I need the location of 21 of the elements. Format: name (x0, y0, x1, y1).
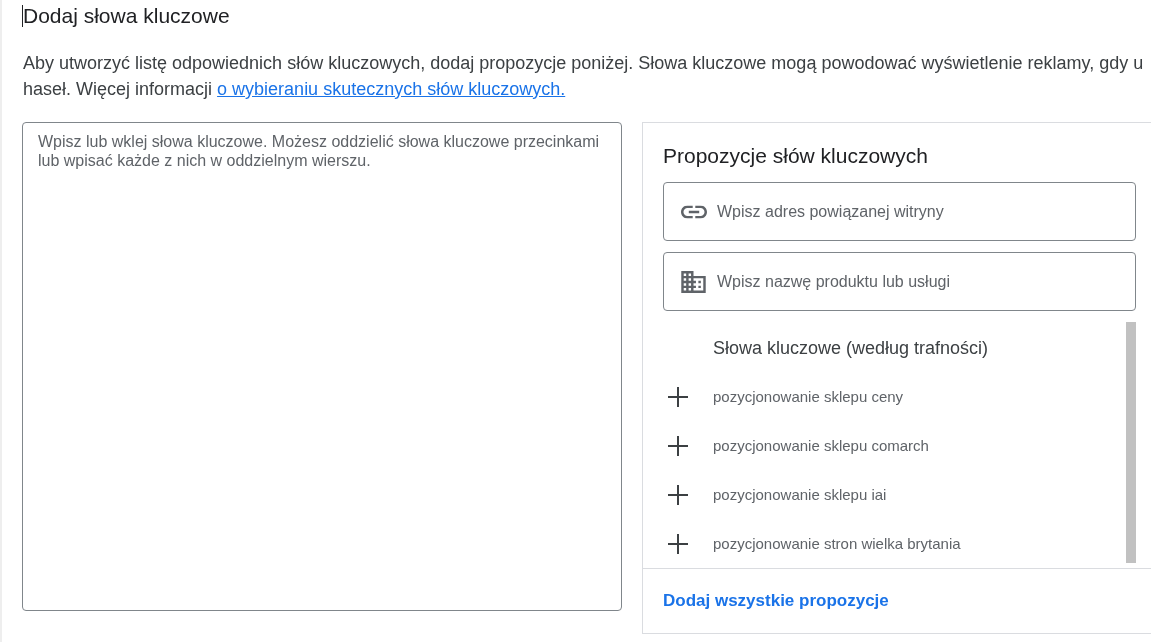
product-field[interactable]: Wpisz nazwę produktu lub usługi (663, 252, 1136, 311)
plus-icon[interactable] (668, 435, 688, 456)
add-all-link[interactable]: Dodaj wszystkie propozycje (663, 591, 889, 611)
keyword-suggestion: pozycjonowanie sklepu comarch (713, 437, 929, 454)
page-title: Dodaj słowa kluczowe (23, 4, 230, 28)
panel-title: Propozycje słów kluczowych (663, 144, 929, 168)
plus-icon[interactable] (668, 386, 688, 407)
plus-icon[interactable] (668, 533, 688, 554)
keyword-suggestion: pozycjonowanie sklepu ceny (713, 388, 904, 405)
link-icon (681, 205, 707, 218)
scrollbar[interactable] (1126, 322, 1136, 563)
intro-text: Aby utworzyć listę odpowiednich słów kluczowych, dodaj propozycje poniżej. Słowa kluczowe mogą powodować wyświetlenie reklamy, gdy u haseł. Więcej informacji o wybieraniu skutecznych słów kluczowych. (23, 52, 1145, 101)
text-cursor-icon (22, 5, 23, 27)
keyword-suggestion: pozycjonowanie sklepu iai (713, 486, 887, 503)
list-heading: Słowa kluczowe (według trafności) (713, 337, 989, 360)
keywords-input[interactable]: Wpisz lub wklej słowa kluczowe. Możesz oddzielić słowa kluczowe przecinkami lub wpisać każde z nich w oddzielnym wierszu. (22, 122, 622, 611)
building-icon (681, 270, 706, 293)
keyword-suggestion: pozycjonowanie stron wielka brytania (713, 535, 961, 552)
help-link[interactable]: o wybieraniu skutecznych słów kluczowych. (217, 79, 566, 99)
plus-icon[interactable] (668, 484, 688, 505)
website-field[interactable]: Wpisz adres powiązanej witryny (663, 182, 1136, 241)
